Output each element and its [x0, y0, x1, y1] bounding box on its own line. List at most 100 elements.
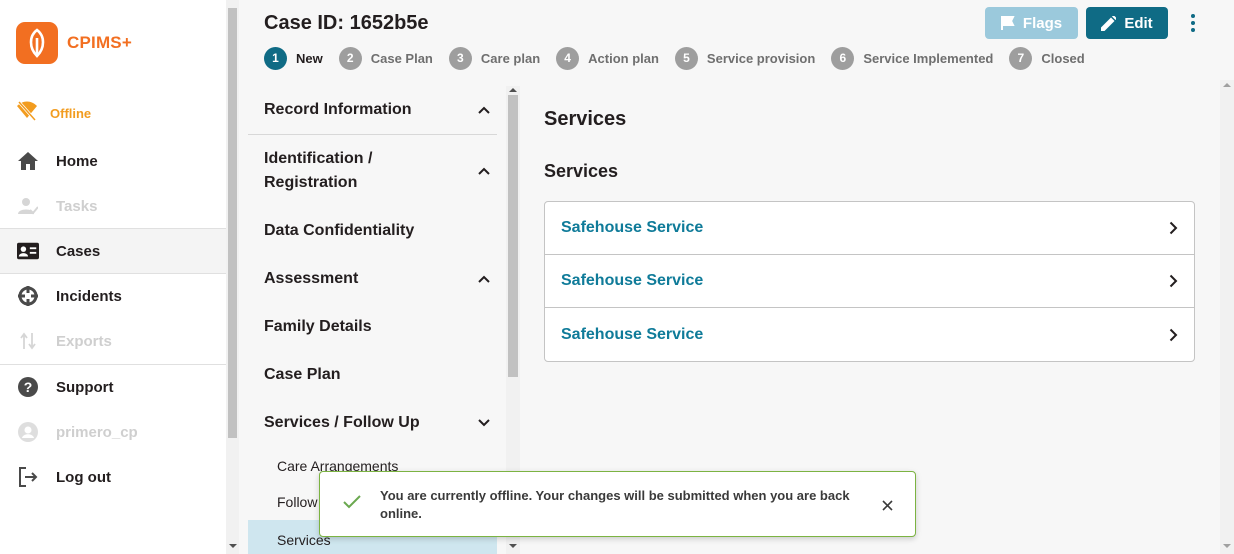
support-icon: ? — [17, 376, 39, 398]
flags-button-label: Flags — [1022, 14, 1063, 32]
nav-label: Exports — [56, 332, 112, 350]
workflow-step-case-plan: 2 Case Plan — [338, 46, 433, 70]
step-label: Care plan — [480, 50, 541, 66]
scroll-down-arrow-icon[interactable] — [509, 544, 517, 548]
section-label: Record Information — [264, 101, 412, 118]
scroll-up-arrow-icon[interactable] — [509, 88, 517, 92]
section-label: Family Details — [264, 318, 372, 335]
services-list: Safehouse Service Safehouse Service Safe… — [544, 201, 1195, 362]
service-name: Safehouse Service — [561, 325, 704, 343]
form-subtitle: Services — [544, 161, 619, 181]
nav-label: Tasks — [56, 197, 98, 215]
service-name: Safehouse Service — [561, 219, 704, 236]
offline-indicator: Offline — [16, 100, 91, 127]
section-family-details[interactable]: Family Details — [264, 315, 496, 339]
section-data-confidentiality[interactable]: Data Confidentiality — [264, 219, 496, 243]
check-icon — [342, 494, 362, 515]
step-number: 6 — [831, 46, 855, 70]
nav-label: Support — [56, 378, 114, 396]
edit-button[interactable]: Edit — [1086, 7, 1168, 39]
chevron-right-icon — [1169, 328, 1178, 341]
nav-item-cases[interactable]: Cases — [0, 229, 226, 273]
workflow-step-closed: 7 Closed — [1009, 46, 1085, 70]
chevron-up-icon — [472, 159, 496, 183]
service-row[interactable]: Safehouse Service — [545, 255, 1194, 308]
sections-scrollbar-thumb[interactable] — [508, 95, 518, 377]
flags-button[interactable]: Flags — [985, 7, 1078, 39]
workflow-step-service-implemented: 6 Service Implemented — [831, 46, 994, 70]
nav-scrollbar[interactable] — [226, 0, 239, 554]
service-row[interactable]: Safehouse Service — [545, 308, 1194, 361]
exports-icon — [17, 330, 39, 352]
incidents-icon — [17, 285, 39, 307]
svg-text:?: ? — [24, 379, 33, 395]
nav-label: Incidents — [56, 287, 122, 305]
step-number: 7 — [1009, 46, 1033, 70]
offline-snackbar: You are currently offline. Your changes … — [319, 471, 916, 537]
step-label: Service provision — [706, 50, 816, 66]
nav-item-tasks[interactable]: Tasks — [0, 184, 226, 228]
service-row[interactable]: Safehouse Service — [545, 202, 1194, 255]
more-options-button[interactable] — [1182, 10, 1204, 36]
step-label: Service Implemented — [863, 50, 994, 66]
home-icon — [17, 150, 39, 172]
edit-button-label: Edit — [1124, 14, 1153, 32]
workflow-step-new: 1 New — [264, 46, 323, 70]
more-vert-icon — [1191, 14, 1195, 18]
nav-label: Log out — [56, 468, 111, 486]
step-number: 1 — [264, 46, 287, 70]
workflow-step-service-provision: 5 Service provision — [674, 46, 816, 70]
nav-label: Home — [56, 152, 98, 170]
section-case-plan[interactable]: Case Plan — [264, 363, 496, 387]
nav-scroll-down-arrow-icon[interactable] — [229, 544, 237, 548]
subsection-follow-up[interactable]: Follow — [277, 494, 317, 510]
tasks-icon — [17, 195, 39, 217]
step-number: 4 — [556, 46, 580, 70]
step-label: New — [296, 50, 323, 66]
app-name: CPIMS+ — [67, 33, 132, 52]
wifi-off-icon — [16, 100, 38, 127]
nav-item-user[interactable]: primero_cp — [0, 410, 226, 454]
nav-item-incidents[interactable]: Incidents — [0, 274, 226, 318]
chevron-up-icon — [472, 98, 496, 122]
workflow-step-care-plan: 3 Care plan — [448, 46, 541, 70]
step-label: Case Plan — [370, 50, 433, 66]
nav-item-support[interactable]: ? Support — [0, 365, 226, 409]
section-label: Data Confidentiality — [264, 222, 415, 239]
more-vert-dot — [1191, 21, 1195, 25]
nav-scrollbar-thumb[interactable] — [228, 8, 237, 438]
scroll-up-arrow-icon[interactable] — [1223, 83, 1231, 87]
side-navigation: CPIMS+ Offline Home Tasks Cases Incident… — [0, 0, 226, 554]
section-services-follow-up[interactable]: Services / Follow Up — [264, 411, 496, 435]
logout-icon — [17, 466, 39, 488]
nav-item-logout[interactable]: Log out — [0, 455, 226, 499]
section-divider — [248, 134, 497, 135]
section-record-information[interactable]: Record Information — [264, 98, 496, 122]
section-identification-registration[interactable]: Identification / Registration — [264, 147, 496, 195]
section-label: Identification / Registration — [264, 150, 373, 191]
nav-item-home[interactable]: Home — [0, 139, 226, 183]
scroll-down-arrow-icon[interactable] — [1223, 544, 1231, 548]
section-label: Case Plan — [264, 366, 341, 383]
user-icon — [17, 421, 39, 443]
form-title: Services — [544, 108, 627, 130]
snackbar-message: You are currently offline. Your changes … — [380, 488, 850, 521]
service-name: Safehouse Service — [561, 272, 704, 289]
more-vert-dot — [1191, 28, 1195, 32]
flag-icon — [1000, 16, 1015, 30]
app-logo[interactable]: CPIMS+ — [16, 22, 132, 64]
chevron-right-icon — [1169, 274, 1178, 288]
logo-mark-icon — [16, 22, 58, 64]
step-number: 5 — [674, 46, 698, 70]
nav-label: primero_cp — [56, 423, 138, 441]
step-number: 2 — [338, 46, 362, 70]
close-icon[interactable] — [878, 496, 896, 514]
step-number: 3 — [448, 46, 472, 70]
form-scrollbar[interactable] — [1220, 80, 1234, 554]
workflow-step-action-plan: 4 Action plan — [556, 46, 659, 70]
section-assessment[interactable]: Assessment — [264, 267, 496, 291]
step-label: Closed — [1041, 50, 1085, 66]
step-label: Action plan — [588, 50, 659, 66]
pencil-icon — [1101, 15, 1117, 31]
nav-item-exports[interactable]: Exports — [0, 319, 226, 363]
